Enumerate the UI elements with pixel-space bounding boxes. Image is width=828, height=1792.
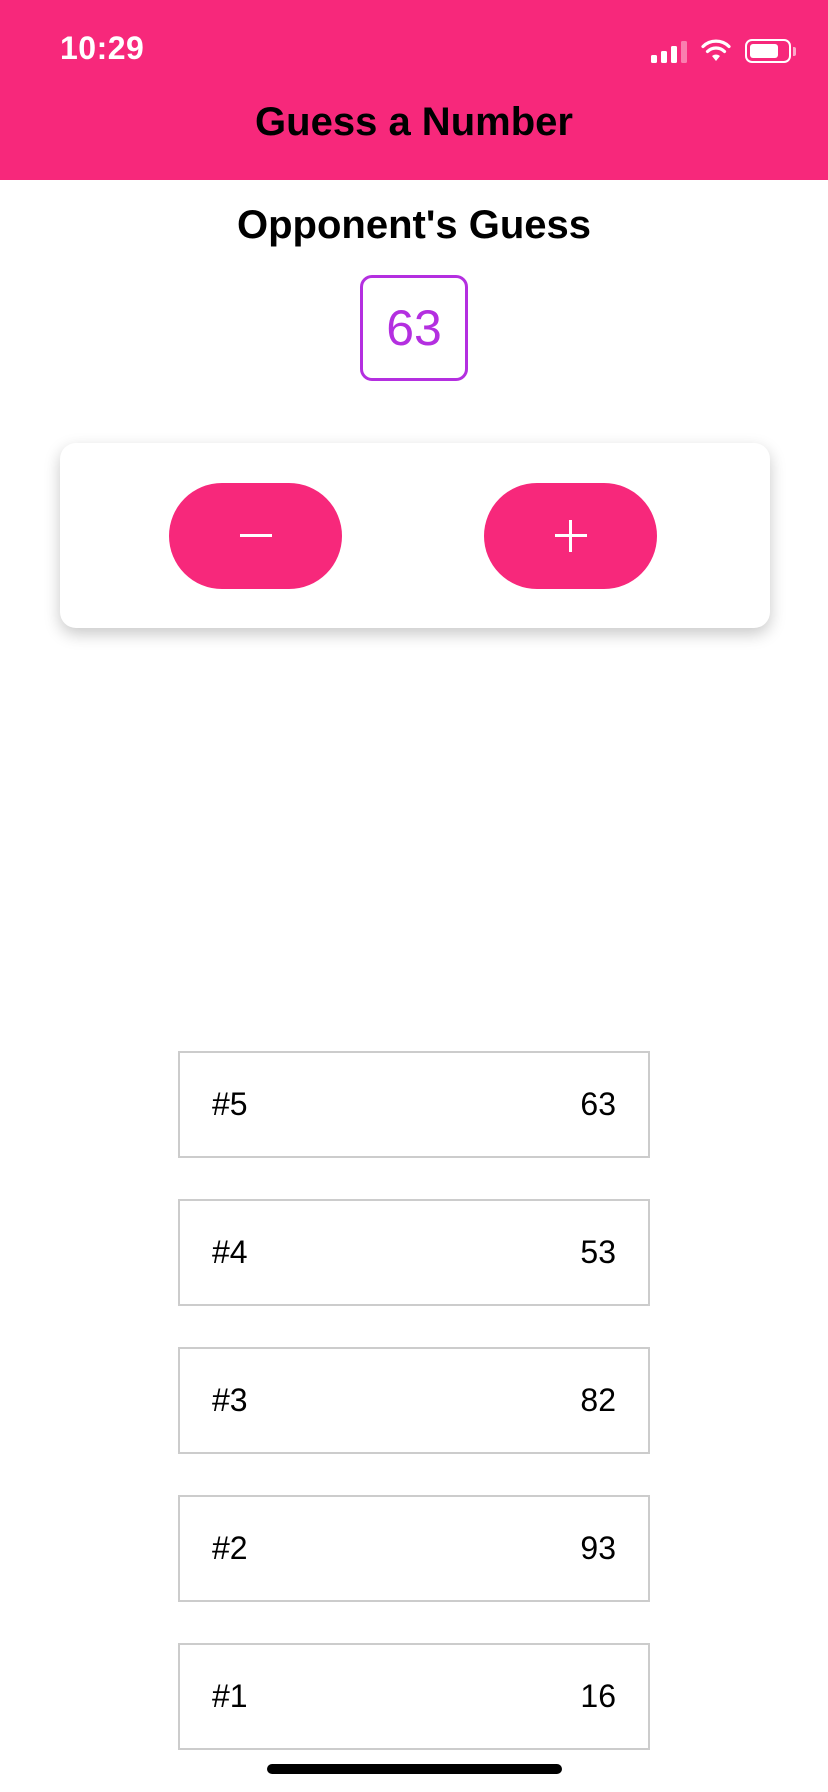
guess-value: 53 (580, 1234, 616, 1270)
guess-round: #3 (212, 1382, 248, 1418)
plus-icon (554, 520, 587, 552)
guess-round: #4 (212, 1234, 248, 1270)
list-item: #2 93 (178, 1495, 650, 1602)
app-header: 10:29 Guess a Number (0, 0, 828, 180)
app-title: Guess a Number (255, 100, 573, 144)
list-item: #3 82 (178, 1347, 650, 1454)
list-item: #4 53 (178, 1199, 650, 1306)
list-item: #1 16 (178, 1643, 650, 1750)
controls-card (60, 443, 770, 628)
status-time: 10:29 (60, 30, 145, 66)
battery-icon (745, 39, 796, 63)
status-icons (651, 36, 796, 66)
home-indicator (267, 1764, 562, 1774)
cellular-signal-icon (651, 39, 687, 63)
guess-value: 16 (580, 1678, 616, 1714)
guess-value: 63 (580, 1086, 616, 1122)
guess-value: 82 (580, 1382, 616, 1418)
wifi-icon (701, 39, 731, 61)
guess-round: #1 (212, 1678, 248, 1714)
list-item: #5 63 (178, 1051, 650, 1158)
higher-button[interactable] (484, 483, 657, 589)
minus-icon (239, 520, 272, 552)
guess-round: #5 (212, 1086, 248, 1122)
lower-button[interactable] (169, 483, 342, 589)
current-guess-display: 63 (360, 275, 468, 381)
guess-round: #2 (212, 1530, 248, 1566)
guess-value: 93 (580, 1530, 616, 1566)
section-title: Opponent's Guess (236, 203, 591, 247)
current-guess-value: 63 (386, 300, 442, 356)
